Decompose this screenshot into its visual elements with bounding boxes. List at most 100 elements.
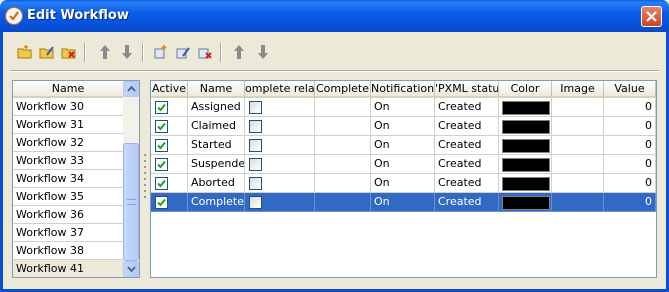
complete-related-cell[interactable] bbox=[245, 155, 315, 174]
active-checkbox[interactable] bbox=[155, 101, 168, 114]
status-row[interactable]: Assigned On Created 0 bbox=[151, 98, 656, 117]
move-status-up-button[interactable] bbox=[228, 41, 250, 63]
workflow-list-item-selected[interactable]: Workflow 41 bbox=[13, 260, 123, 277]
active-checkbox[interactable] bbox=[155, 196, 168, 209]
complete-cell[interactable] bbox=[315, 136, 371, 155]
notification-cell[interactable]: On bbox=[371, 155, 435, 174]
value-cell[interactable]: 0 bbox=[604, 117, 656, 136]
image-cell[interactable] bbox=[552, 136, 604, 155]
column-header-value[interactable]: Value bbox=[604, 81, 656, 98]
complete-related-checkbox[interactable] bbox=[249, 101, 262, 114]
status-row[interactable]: Claimed On Created 0 bbox=[151, 117, 656, 136]
value-cell[interactable]: 0 bbox=[604, 136, 656, 155]
pxml-status-cell[interactable]: Created bbox=[435, 174, 499, 193]
scroll-thumb[interactable] bbox=[123, 143, 139, 261]
complete-related-cell[interactable] bbox=[245, 174, 315, 193]
column-header-complete-related[interactable]: omplete relate bbox=[245, 81, 315, 98]
workflow-list-item[interactable]: Workflow 38 bbox=[13, 242, 123, 260]
column-header-name[interactable]: Name bbox=[188, 81, 245, 98]
notification-cell[interactable]: On bbox=[371, 174, 435, 193]
column-header-complete[interactable]: Complete bbox=[315, 81, 371, 98]
complete-cell[interactable] bbox=[315, 174, 371, 193]
active-checkbox[interactable] bbox=[155, 120, 168, 133]
complete-related-cell[interactable] bbox=[245, 136, 315, 155]
complete-related-cell[interactable] bbox=[245, 98, 315, 117]
color-cell[interactable] bbox=[499, 117, 552, 136]
notification-cell[interactable]: On bbox=[371, 117, 435, 136]
active-checkbox[interactable] bbox=[155, 177, 168, 190]
active-cell[interactable] bbox=[151, 136, 188, 155]
pxml-status-cell[interactable]: Created bbox=[435, 98, 499, 117]
active-cell[interactable] bbox=[151, 174, 188, 193]
active-checkbox[interactable] bbox=[155, 158, 168, 171]
workflow-list[interactable]: Name Workflow 30 Workflow 31 Workflow 32… bbox=[12, 80, 140, 278]
workflow-list-item[interactable]: Workflow 31 bbox=[13, 116, 123, 134]
workflow-list-item[interactable]: Workflow 35 bbox=[13, 188, 123, 206]
status-name[interactable]: Suspended bbox=[188, 155, 245, 174]
value-cell[interactable]: 0 bbox=[604, 193, 656, 212]
status-grid[interactable]: Active Name omplete relate Complete Noti… bbox=[150, 80, 657, 278]
complete-related-checkbox[interactable] bbox=[249, 120, 262, 133]
add-status-button[interactable] bbox=[150, 41, 172, 63]
complete-related-checkbox[interactable] bbox=[249, 139, 262, 152]
color-swatch[interactable] bbox=[502, 101, 550, 115]
panel-splitter[interactable] bbox=[142, 150, 148, 210]
edit-status-button[interactable] bbox=[172, 41, 194, 63]
workflow-list-header[interactable]: Name bbox=[13, 81, 123, 98]
column-header-active[interactable]: Active bbox=[151, 81, 188, 98]
column-header-pxml-status[interactable]: 'PXML statu bbox=[435, 81, 499, 98]
close-button[interactable] bbox=[641, 6, 662, 27]
column-header-notification[interactable]: Notification bbox=[371, 81, 435, 98]
scroll-down-button[interactable] bbox=[123, 261, 139, 277]
complete-related-cell[interactable] bbox=[245, 117, 315, 136]
image-cell[interactable] bbox=[552, 174, 604, 193]
notification-cell[interactable]: On bbox=[371, 193, 435, 212]
workflow-list-item[interactable]: Workflow 33 bbox=[13, 152, 123, 170]
color-swatch[interactable] bbox=[502, 177, 550, 191]
workflow-list-item[interactable]: Workflow 30 bbox=[13, 98, 123, 116]
title-bar[interactable]: Edit Workflow bbox=[0, 0, 669, 32]
image-cell[interactable] bbox=[552, 117, 604, 136]
complete-cell[interactable] bbox=[315, 98, 371, 117]
pxml-status-cell[interactable]: Created bbox=[435, 117, 499, 136]
pxml-status-cell[interactable]: Created bbox=[435, 193, 499, 212]
color-swatch[interactable] bbox=[502, 139, 550, 153]
color-cell[interactable] bbox=[499, 174, 552, 193]
delete-workflow-button[interactable] bbox=[58, 41, 80, 63]
status-row-selected[interactable]: Completed On Created 0 bbox=[151, 193, 656, 212]
image-cell[interactable] bbox=[552, 98, 604, 117]
add-workflow-button[interactable] bbox=[14, 41, 36, 63]
color-cell[interactable] bbox=[499, 155, 552, 174]
active-cell[interactable] bbox=[151, 117, 188, 136]
complete-cell[interactable] bbox=[315, 193, 371, 212]
delete-status-button[interactable] bbox=[194, 41, 216, 63]
value-cell[interactable]: 0 bbox=[604, 98, 656, 117]
workflow-list-item[interactable]: Workflow 34 bbox=[13, 170, 123, 188]
workflow-list-scrollbar[interactable] bbox=[123, 81, 139, 277]
status-name[interactable]: Claimed bbox=[188, 117, 245, 136]
status-row[interactable]: Started On Created 0 bbox=[151, 136, 656, 155]
color-swatch[interactable] bbox=[502, 120, 550, 134]
image-cell[interactable] bbox=[552, 155, 604, 174]
status-row[interactable]: Suspended On Created 0 bbox=[151, 155, 656, 174]
color-cell[interactable] bbox=[499, 193, 552, 212]
complete-cell[interactable] bbox=[315, 155, 371, 174]
workflow-list-item[interactable]: Workflow 37 bbox=[13, 224, 123, 242]
move-status-down-button[interactable] bbox=[252, 41, 274, 63]
complete-related-cell[interactable] bbox=[245, 193, 315, 212]
move-workflow-down-button[interactable] bbox=[116, 41, 138, 63]
move-workflow-up-button[interactable] bbox=[94, 41, 116, 63]
value-cell[interactable]: 0 bbox=[604, 174, 656, 193]
scroll-up-button[interactable] bbox=[123, 81, 139, 97]
pxml-status-cell[interactable]: Created bbox=[435, 136, 499, 155]
color-cell[interactable] bbox=[499, 98, 552, 117]
notification-cell[interactable]: On bbox=[371, 98, 435, 117]
color-swatch[interactable] bbox=[502, 158, 550, 172]
value-cell[interactable]: 0 bbox=[604, 155, 656, 174]
workflow-list-item[interactable]: Workflow 36 bbox=[13, 206, 123, 224]
column-header-color[interactable]: Color bbox=[499, 81, 552, 98]
color-cell[interactable] bbox=[499, 136, 552, 155]
active-cell[interactable] bbox=[151, 98, 188, 117]
workflow-list-item[interactable]: Workflow 32 bbox=[13, 134, 123, 152]
status-name[interactable]: Completed bbox=[188, 193, 245, 212]
